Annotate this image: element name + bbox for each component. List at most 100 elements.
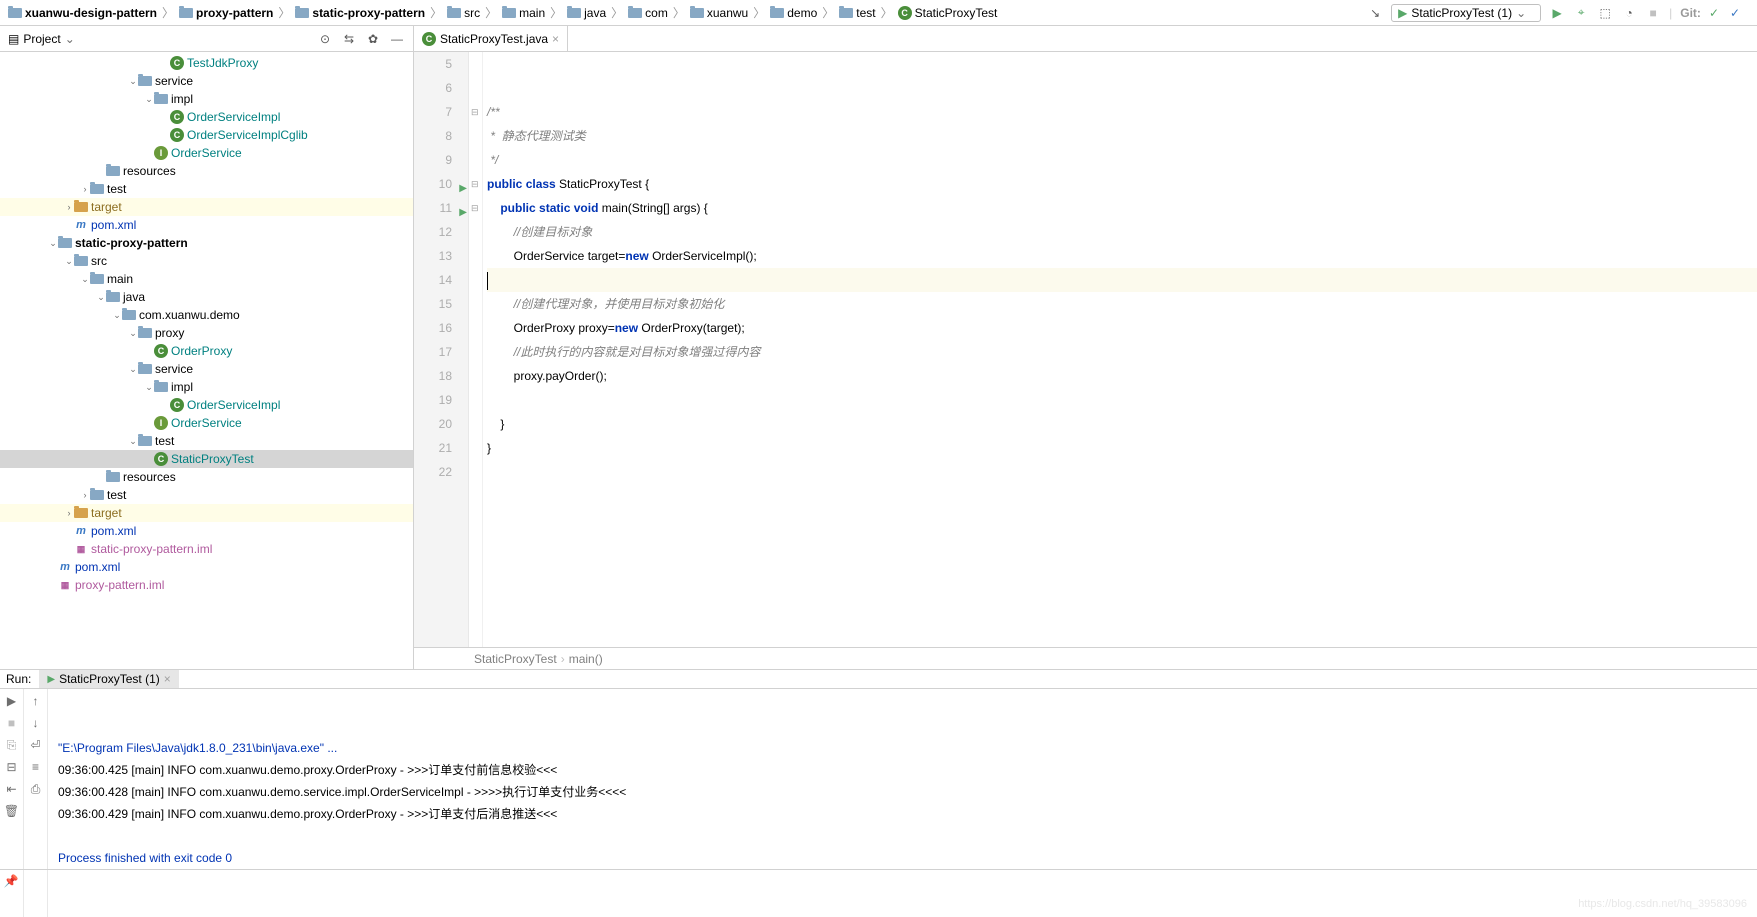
profile-button[interactable]: ◔ <box>1621 5 1637 21</box>
tree-arrow-icon[interactable]: › <box>64 508 74 518</box>
tree-arrow-icon[interactable]: ⌄ <box>144 94 154 105</box>
tree-arrow-icon[interactable]: ⌄ <box>128 436 138 447</box>
soft-wrap-button[interactable]: ⏎ <box>28 737 44 753</box>
fold-column[interactable]: ⊟⊟⊟ <box>469 52 483 647</box>
gear-icon[interactable]: ✿ <box>365 31 381 47</box>
up-button[interactable]: ↑ <box>28 693 44 709</box>
tree-item[interactable]: ⌄main <box>0 270 413 288</box>
tree-item[interactable]: ⌄service <box>0 72 413 90</box>
tree-item[interactable]: mpom.xml <box>0 216 413 234</box>
tree-item[interactable]: ⌄proxy <box>0 324 413 342</box>
tree-item[interactable]: IOrderService <box>0 414 413 432</box>
tree-arrow-icon[interactable]: › <box>80 184 90 194</box>
tree-arrow-icon[interactable]: ⌄ <box>128 364 138 375</box>
breadcrumb-item[interactable]: xuanwu-design-pattern <box>6 5 159 21</box>
build-icon[interactable]: ↘ <box>1367 5 1383 21</box>
expand-icon[interactable]: ⇆ <box>341 31 357 47</box>
tree-arrow-icon[interactable]: ⌄ <box>128 76 138 87</box>
hide-icon[interactable]: — <box>389 31 405 47</box>
debug-button[interactable]: ⌖ <box>1573 5 1589 21</box>
delete-button[interactable]: 🗑 <box>4 803 20 819</box>
tree-item[interactable]: resources <box>0 468 413 486</box>
close-icon[interactable]: × <box>552 32 559 46</box>
breadcrumb-item[interactable]: src <box>445 5 482 21</box>
tree-item[interactable]: IOrderService <box>0 144 413 162</box>
editor-crumb-method[interactable]: main() <box>569 652 603 666</box>
breadcrumb-item[interactable]: java <box>565 5 608 21</box>
tree-arrow-icon[interactable]: ⌄ <box>112 310 122 321</box>
breadcrumb-item[interactable]: CStaticProxyTest <box>896 5 1000 21</box>
breadcrumb-item[interactable]: main <box>500 5 547 21</box>
tree-item[interactable]: ›test <box>0 180 413 198</box>
tree-item[interactable]: mpom.xml <box>0 558 413 576</box>
breadcrumb-item[interactable]: com <box>626 5 670 21</box>
rerun-button[interactable]: ▶ <box>4 693 20 709</box>
tree-arrow-icon[interactable]: ⌄ <box>80 274 90 285</box>
tree-item[interactable]: ⌄static-proxy-pattern <box>0 234 413 252</box>
tree-item[interactable]: ⌄com.xuanwu.demo <box>0 306 413 324</box>
tree-item[interactable]: ⌄service <box>0 360 413 378</box>
breadcrumb-item[interactable]: xuanwu <box>688 5 750 21</box>
tree-item[interactable]: ›test <box>0 486 413 504</box>
run-config-selector[interactable]: ▶ StaticProxyTest (1) ⌄ <box>1391 4 1541 22</box>
console-output[interactable]: "E:\Program Files\Java\jdk1.8.0_231\bin\… <box>48 689 1757 917</box>
breadcrumb-item[interactable]: proxy-pattern <box>177 5 275 21</box>
print-button[interactable]: ⎙ <box>28 781 44 797</box>
tree-label: OrderProxy <box>168 344 232 358</box>
tree-arrow-icon[interactable]: ⌄ <box>48 238 58 249</box>
git-commit-icon[interactable]: ✓ <box>1727 5 1743 21</box>
editor-crumb-class[interactable]: StaticProxyTest <box>474 652 557 666</box>
tree-item[interactable]: ›target <box>0 198 413 216</box>
layout-button[interactable]: ⊟ <box>4 759 20 775</box>
stop-button[interactable]: ■ <box>4 715 20 731</box>
tree-arrow-icon[interactable]: ⌄ <box>64 256 74 267</box>
stop-button[interactable]: ■ <box>1645 5 1661 21</box>
dump-button[interactable]: ⎘ <box>4 737 20 753</box>
tree-item[interactable]: CTestJdkProxy <box>0 54 413 72</box>
tree-label: OrderService <box>168 416 242 430</box>
tree-item[interactable]: COrderProxy <box>0 342 413 360</box>
tree-item[interactable]: ⌄ src <box>0 252 413 270</box>
breadcrumb-item[interactable]: demo <box>768 5 819 21</box>
tree-item[interactable]: CStaticProxyTest <box>0 450 413 468</box>
tree-item[interactable]: resources <box>0 162 413 180</box>
tree-item[interactable]: COrderServiceImpl <box>0 108 413 126</box>
scroll-button[interactable]: ≡ <box>28 759 44 775</box>
tree-item[interactable]: ⌄test <box>0 432 413 450</box>
tree-label: src <box>88 254 107 268</box>
tree-item[interactable]: COrderServiceImpl <box>0 396 413 414</box>
breadcrumb-item[interactable]: test <box>837 5 877 21</box>
run-gutter-icon[interactable]: ▶ <box>459 177 467 201</box>
project-tree[interactable]: CTestJdkProxy⌄service⌄implCOrderServiceI… <box>0 52 413 669</box>
locate-icon[interactable]: ⊙ <box>317 31 333 47</box>
editor-tab[interactable]: C StaticProxyTest.java × <box>414 26 568 51</box>
tree-item[interactable]: ›target <box>0 504 413 522</box>
run-tab[interactable]: ▶ StaticProxyTest (1) × <box>39 670 178 688</box>
run-gutter-icon[interactable]: ▶ <box>459 201 467 225</box>
interface-icon: I <box>154 416 168 430</box>
tree-arrow-icon[interactable]: › <box>80 490 90 500</box>
tree-arrow-icon[interactable]: ⌄ <box>128 328 138 339</box>
line-gutter[interactable]: 5678910▶11▶1213141516171819202122 <box>414 52 469 647</box>
close-icon[interactable]: × <box>164 672 171 686</box>
tree-item[interactable]: COrderServiceImplCglib <box>0 126 413 144</box>
chevron-down-icon[interactable]: ⌄ <box>65 32 75 46</box>
tree-arrow-icon[interactable]: ⌄ <box>96 292 106 303</box>
down-button[interactable]: ↓ <box>28 715 44 731</box>
code-area[interactable]: /** * 静态代理测试类 */public class StaticProxy… <box>483 52 1757 647</box>
breadcrumb-item[interactable]: static-proxy-pattern <box>293 5 427 21</box>
coverage-button[interactable]: ⬚ <box>1597 5 1613 21</box>
tree-item[interactable]: ⌄impl <box>0 378 413 396</box>
tree-item[interactable]: ⌄java <box>0 288 413 306</box>
tree-item[interactable]: ▦proxy-pattern.iml <box>0 576 413 594</box>
folder-orange-icon <box>74 202 88 212</box>
tree-arrow-icon[interactable]: › <box>64 202 74 212</box>
tree-item[interactable]: mpom.xml <box>0 522 413 540</box>
tree-item[interactable]: ▦static-proxy-pattern.iml <box>0 540 413 558</box>
tree-item[interactable]: ⌄impl <box>0 90 413 108</box>
exit-button[interactable]: ⇤ <box>4 781 20 797</box>
tree-arrow-icon[interactable]: ⌄ <box>144 382 154 393</box>
run-button[interactable]: ▶ <box>1549 5 1565 21</box>
pin-icon[interactable]: 📌 <box>0 874 22 888</box>
git-update-icon[interactable]: ✓ <box>1709 6 1719 20</box>
